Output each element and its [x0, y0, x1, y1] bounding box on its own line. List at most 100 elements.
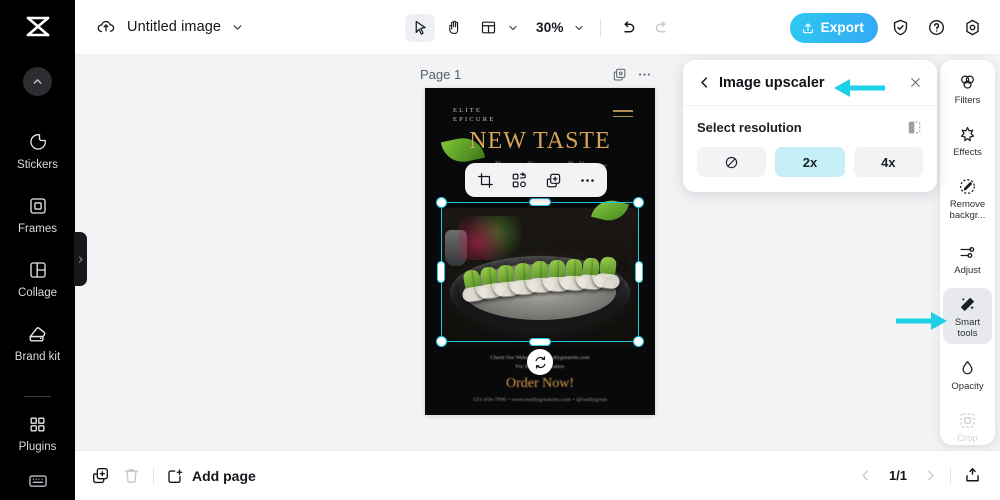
- poster-brand: ELITE EPICURE: [453, 107, 496, 123]
- page-indicator: 1/1: [888, 468, 908, 483]
- sidebar-item-stickers[interactable]: Stickers: [0, 131, 75, 172]
- tool-label-effects: Effects: [953, 147, 982, 158]
- duplicate-page-button[interactable]: [91, 466, 110, 485]
- resize-handle-bottom-right[interactable]: [633, 336, 644, 347]
- sidebar-item-brand-kit[interactable]: Brand kit: [0, 323, 75, 364]
- capcut-logo[interactable]: [0, 0, 75, 55]
- bottom-left-actions: Add page: [91, 466, 256, 485]
- resize-handle-top-left[interactable]: [436, 197, 447, 208]
- page-more-options-icon[interactable]: [637, 67, 652, 82]
- left-sidebar: Stickers Frames Collage Brand kit Plugin…: [0, 55, 75, 500]
- previous-page-button: [858, 468, 873, 483]
- redo-button[interactable]: [647, 14, 677, 42]
- document-menu-chevron-icon[interactable]: [231, 21, 244, 34]
- tool-smart-tools[interactable]: Smart tools: [943, 288, 992, 344]
- poster-title: NEW TASTE: [469, 128, 611, 154]
- panel-header: Image upscaler: [683, 60, 937, 106]
- canvas-tools: 30%: [405, 0, 677, 55]
- close-icon[interactable]: [908, 75, 923, 90]
- sidebar-label-stickers: Stickers: [17, 159, 58, 171]
- page-label: Page 1: [420, 67, 462, 82]
- annotation-arrow-upscaler: [833, 77, 885, 99]
- capcut-editor: Untitled image 30% Export Stickers Frame…: [0, 0, 1000, 500]
- resolution-options: 2x 4x: [697, 147, 923, 177]
- upload-icon[interactable]: [963, 466, 982, 485]
- tool-effects[interactable]: Effects: [943, 118, 992, 163]
- resize-handle-right[interactable]: [635, 261, 643, 283]
- document-area: Untitled image: [95, 16, 244, 38]
- delete-page-button: [122, 466, 141, 485]
- tool-label-crop: Crop: [957, 433, 978, 444]
- tool-label-filters: Filters: [954, 95, 981, 106]
- resize-handle-top[interactable]: [529, 198, 551, 206]
- sidebar-label-collage: Collage: [18, 287, 57, 299]
- sidebar-label-frames: Frames: [18, 223, 57, 235]
- poster-footer: 123-456-7890 • www.reallygreatsite.com •…: [472, 397, 608, 403]
- compare-icon[interactable]: [906, 119, 923, 136]
- resolution-4x[interactable]: 4x: [853, 147, 923, 177]
- cutout-button[interactable]: [506, 167, 532, 193]
- crop-icon: [958, 410, 977, 430]
- sidebar-item-plugins[interactable]: Plugins: [0, 413, 75, 454]
- sidebar-item-collage[interactable]: Collage: [0, 259, 75, 300]
- resolution-none[interactable]: [697, 147, 767, 177]
- resize-handle-left[interactable]: [437, 261, 445, 283]
- keyboard-shortcuts-icon[interactable]: [0, 470, 75, 492]
- document-title[interactable]: Untitled image: [127, 19, 221, 35]
- annotation-arrow-smart-tools: [896, 310, 948, 332]
- add-page-icon: [166, 467, 184, 485]
- duplicate-button[interactable]: [540, 167, 566, 193]
- tool-label-adjust: Adjust: [954, 265, 981, 276]
- next-page-button: [923, 468, 938, 483]
- resize-handle-bottom-left[interactable]: [436, 336, 447, 347]
- element-floating-toolbar[interactable]: [465, 163, 607, 197]
- layout-tool[interactable]: [473, 14, 503, 42]
- export-button[interactable]: Export: [789, 12, 878, 43]
- image-upscaler-panel[interactable]: Image upscaler Select resolution 2x 4x: [683, 60, 937, 192]
- tool-filters[interactable]: Filters: [943, 66, 992, 111]
- resize-handle-top-right[interactable]: [633, 197, 644, 208]
- hand-tool[interactable]: [439, 14, 469, 42]
- layout-chevron-down-icon[interactable]: [504, 19, 522, 37]
- layout-tool-group[interactable]: [473, 14, 522, 42]
- tool-adjust[interactable]: Adjust: [943, 236, 992, 281]
- sidebar-scroll-up-button[interactable]: [23, 67, 52, 96]
- poster-cta: Order Now!: [505, 376, 575, 391]
- resize-handle-bottom[interactable]: [529, 338, 551, 346]
- select-tool[interactable]: [405, 13, 435, 42]
- shield-icon[interactable]: [886, 14, 914, 42]
- resolution-row: Select resolution: [697, 119, 923, 136]
- smart-tools-icon: [958, 294, 977, 314]
- duplicate-page-icon[interactable]: [612, 67, 627, 82]
- add-page-button[interactable]: Add page: [166, 467, 256, 485]
- poster-decor-lines: [613, 110, 633, 117]
- zoom-chevron-down-icon[interactable]: [570, 19, 588, 37]
- adjust-icon: [958, 242, 977, 262]
- resolution-2x[interactable]: 2x: [775, 147, 845, 177]
- undo-button[interactable]: [613, 14, 643, 42]
- plugins-icon: [28, 413, 47, 435]
- settings-icon[interactable]: [958, 14, 986, 42]
- tool-opacity[interactable]: Opacity: [943, 352, 992, 397]
- help-icon[interactable]: [922, 14, 950, 42]
- brand-kit-icon: [27, 323, 48, 345]
- sidebar-item-frames[interactable]: Frames: [0, 195, 75, 236]
- zoom-level[interactable]: 30%: [536, 20, 564, 35]
- tool-remove-background[interactable]: Remove backgr...: [943, 170, 992, 226]
- export-label: Export: [820, 20, 864, 35]
- page-actions: [612, 67, 652, 82]
- filters-icon: [958, 72, 977, 92]
- sidebar-collapse-toggle[interactable]: [74, 232, 87, 286]
- element-selection-frame[interactable]: [436, 197, 644, 375]
- add-page-label: Add page: [192, 467, 256, 484]
- sticker-icon: [28, 131, 48, 153]
- select-resolution-label: Select resolution: [697, 120, 802, 135]
- crop-button[interactable]: [472, 167, 498, 193]
- bottom-right-divider: [950, 466, 951, 485]
- more-button[interactable]: [574, 167, 600, 193]
- sidebar-divider: [24, 396, 51, 397]
- back-chevron-icon[interactable]: [697, 75, 712, 90]
- rotate-handle[interactable]: [527, 349, 553, 375]
- right-toolbar: Filters Effects Remove backgr... Adjust: [940, 60, 995, 445]
- tool-crop: Crop: [943, 404, 992, 445]
